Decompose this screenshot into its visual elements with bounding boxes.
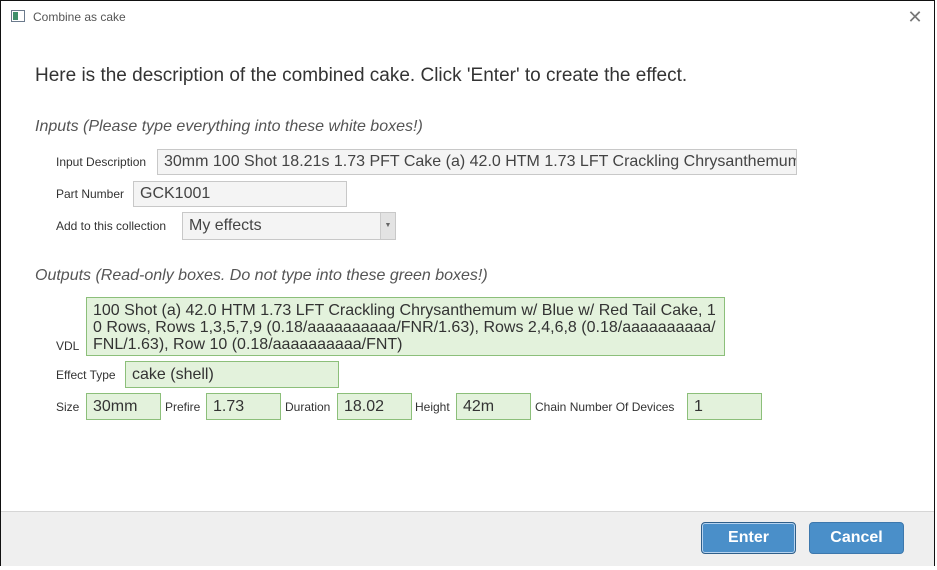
dialog-window: Combine as cake ✕ Here is the descriptio… (0, 0, 935, 566)
window-title: Combine as cake (33, 10, 126, 24)
cancel-button[interactable]: Cancel (809, 522, 904, 554)
prefire-label: Prefire (165, 400, 201, 414)
effect-type-label: Effect Type (56, 368, 116, 382)
prefire-output: 1.73 (206, 393, 281, 420)
input-description-label: Input Description (56, 155, 147, 169)
input-description-field[interactable]: 30mm 100 Shot 18.21s 1.73 PFT Cake (a) 4… (157, 149, 797, 175)
outputs-section-label: Outputs (Read-only boxes. Do not type in… (35, 267, 488, 284)
size-label: Size (56, 400, 80, 414)
inputs-section-label: Inputs (Please type everything into thes… (35, 118, 423, 135)
effect-type-output: cake (shell) (125, 361, 339, 388)
chevron-down-icon[interactable]: ▼ (380, 213, 395, 239)
app-window-icon (11, 10, 25, 22)
enter-button[interactable]: Enter (701, 522, 796, 554)
title-bar: Combine as cake ✕ (1, 1, 934, 33)
height-label: Height (415, 400, 450, 414)
height-output: 42m (456, 393, 531, 420)
duration-label: Duration (285, 400, 331, 414)
collection-selected-value: My effects (189, 217, 262, 234)
part-number-field[interactable]: GCK1001 (133, 181, 347, 207)
duration-output: 18.02 (337, 393, 412, 420)
dialog-footer: Enter Cancel (1, 511, 934, 566)
dialog-heading: Here is the description of the combined … (35, 65, 688, 86)
collection-label: Add to this collection (56, 219, 167, 233)
part-number-label: Part Number (56, 187, 125, 201)
vdl-label: VDL (56, 339, 80, 353)
collection-select[interactable]: My effects ▼ (182, 212, 396, 240)
vdl-output: 100 Shot (a) 42.0 HTM 1.73 LFT Crackling… (86, 297, 725, 356)
chain-devices-output: 1 (687, 393, 762, 420)
close-icon[interactable]: ✕ (902, 4, 928, 30)
chain-devices-label: Chain Number Of Devices (535, 400, 675, 414)
size-output: 30mm (86, 393, 161, 420)
